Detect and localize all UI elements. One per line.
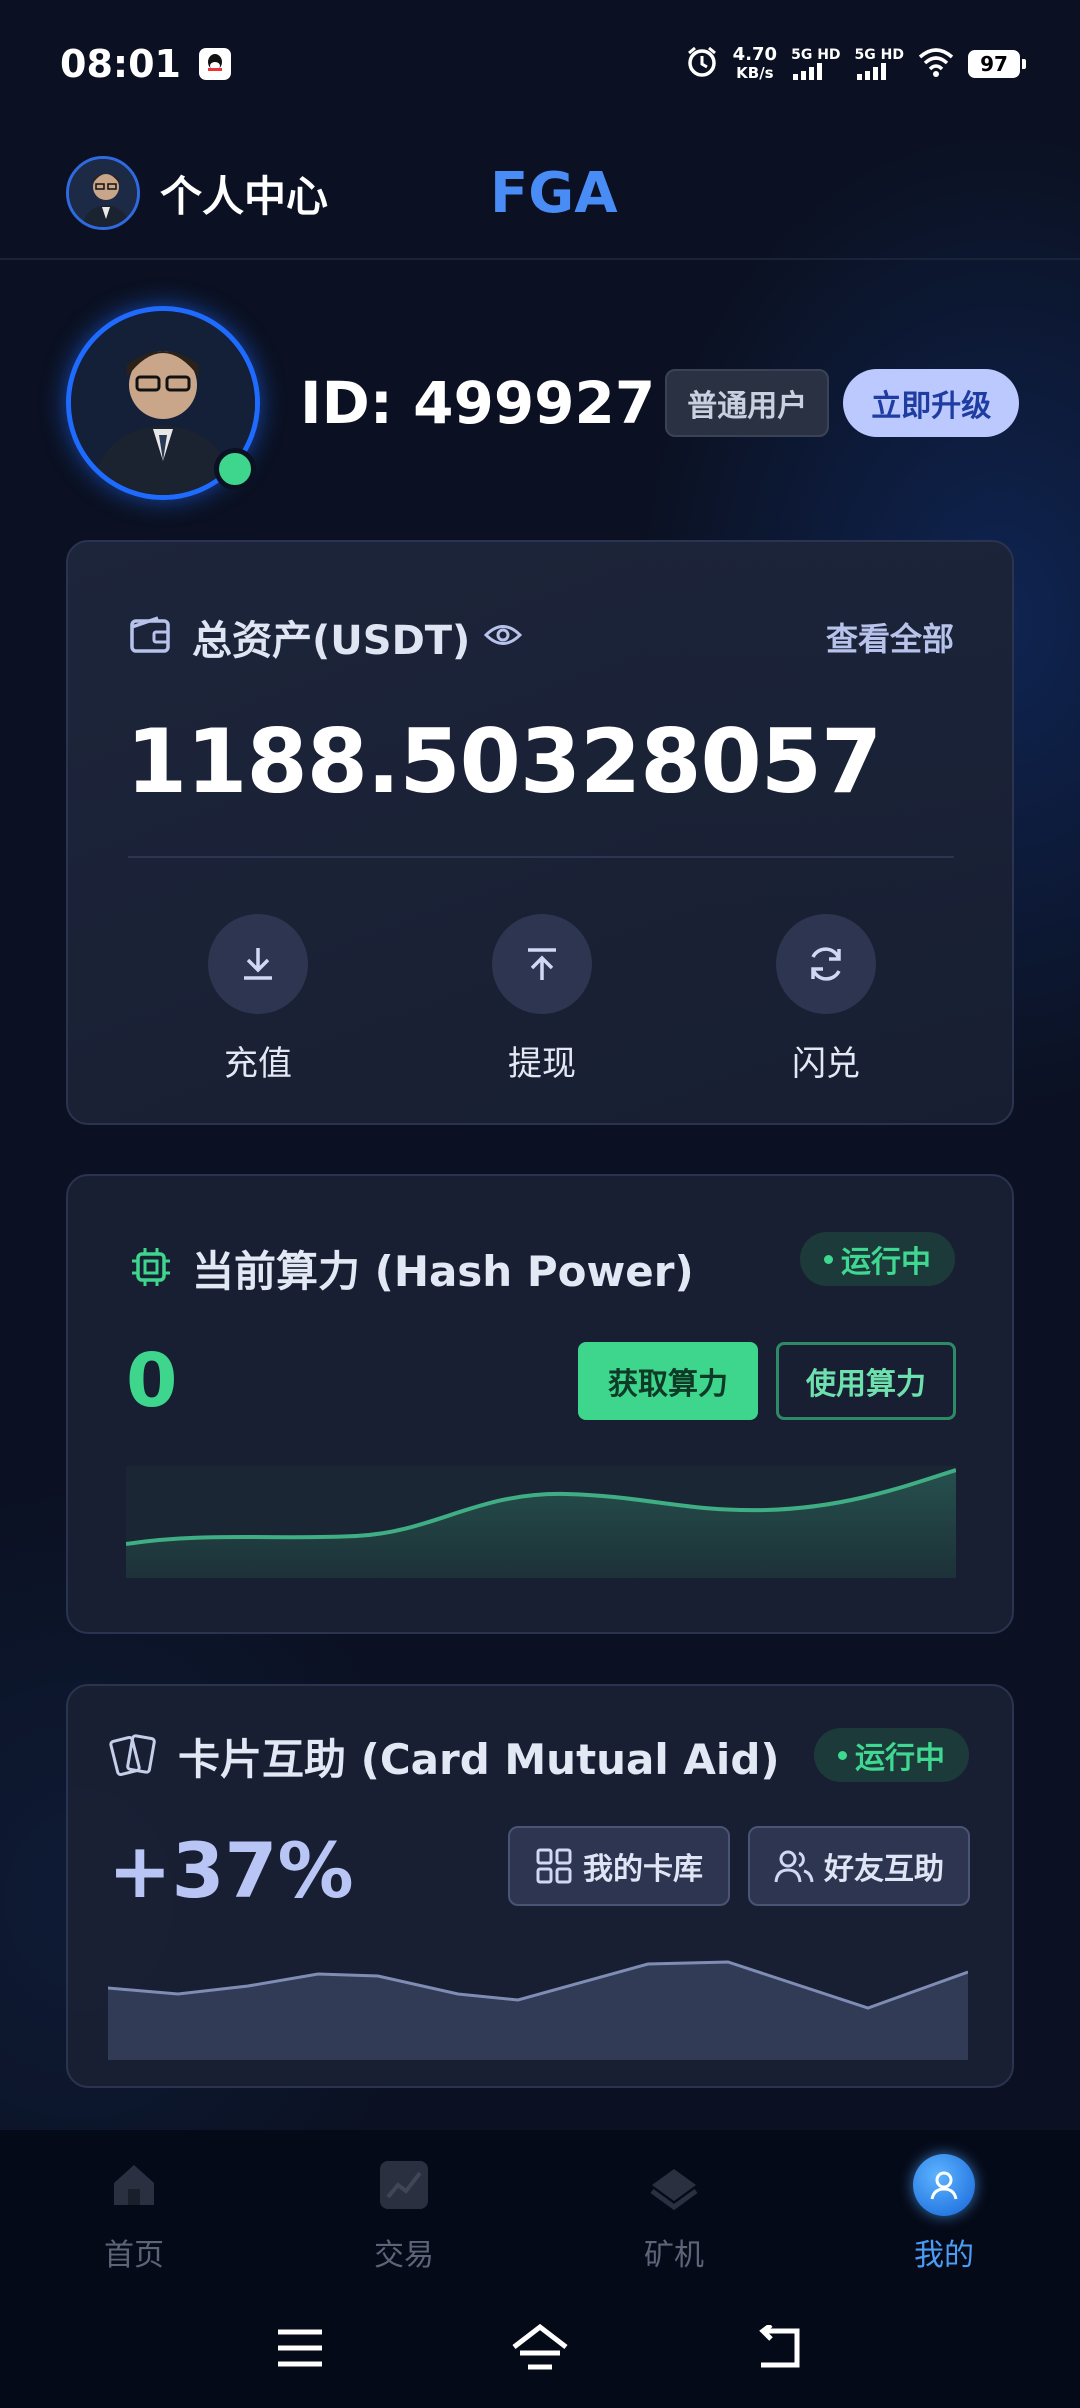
view-all-link[interactable]: 查看全部 bbox=[826, 614, 954, 660]
hash-status-text: 运行中 bbox=[841, 1245, 931, 1280]
qq-notification-icon bbox=[198, 48, 231, 80]
home-button-icon[interactable] bbox=[510, 2318, 570, 2378]
page-header: 个人中心 FGA bbox=[0, 128, 1080, 260]
eye-icon[interactable] bbox=[484, 622, 523, 652]
download-icon bbox=[208, 914, 308, 1014]
bottom-navigation: 首页 交易 矿机 我的 bbox=[0, 2130, 1080, 2286]
withdraw-label: 提现 bbox=[508, 1044, 576, 1084]
total-assets-value: 1188.50328057 bbox=[126, 710, 882, 813]
status-bar: 08:01 4.70 KB/s 5G HD 5G HD 97 bbox=[0, 0, 1080, 128]
deposit-button[interactable]: 充值 bbox=[158, 914, 358, 1085]
upgrade-button[interactable]: 立即升级 bbox=[843, 369, 1020, 437]
profile-section: ID: 499927 普通用户 立即升级 bbox=[66, 306, 1020, 500]
cards-icon bbox=[108, 1729, 160, 1785]
nav-trade-label: 交易 bbox=[374, 2238, 434, 2273]
user-id: ID: 499927 bbox=[300, 369, 656, 437]
nav-profile[interactable]: 我的 bbox=[854, 2154, 1034, 2274]
hash-power-title: 当前算力 (Hash Power) bbox=[192, 1247, 694, 1296]
get-hash-power-button[interactable]: 获取算力 bbox=[578, 1342, 758, 1420]
friend-aid-button[interactable]: 好友互助 bbox=[748, 1826, 970, 1906]
profile-icon bbox=[913, 2154, 975, 2216]
back-icon[interactable] bbox=[750, 2318, 810, 2378]
signal-bars-icon bbox=[856, 63, 886, 80]
hash-power-sparkline bbox=[126, 1466, 956, 1578]
hash-power-card: 当前算力 (Hash Power) 运行中 0 获取算力 使用算力 bbox=[66, 1174, 1014, 1634]
menu-icon[interactable] bbox=[270, 2318, 330, 2378]
home-icon bbox=[103, 2154, 165, 2216]
divider bbox=[128, 856, 954, 858]
signal-bars-icon bbox=[793, 63, 823, 80]
status-time: 08:01 bbox=[60, 42, 181, 86]
my-card-library-label: 我的卡库 bbox=[583, 1852, 703, 1887]
nav-miner-label: 矿机 bbox=[644, 2238, 704, 2273]
card-aid-sparkline bbox=[108, 1960, 968, 2060]
asset-actions: 充值 提现 闪兑 bbox=[68, 914, 1012, 1084]
network-speed: 4.70 KB/s bbox=[732, 44, 778, 83]
trade-chart-icon bbox=[373, 2154, 435, 2216]
nav-profile-label: 我的 bbox=[914, 2238, 974, 2273]
swap-icon bbox=[776, 914, 876, 1014]
swap-button[interactable]: 闪兑 bbox=[726, 914, 926, 1085]
status-dot bbox=[824, 1254, 833, 1264]
nav-trade[interactable]: 交易 bbox=[314, 2154, 494, 2274]
deposit-label: 充值 bbox=[224, 1044, 292, 1084]
hash-status-badge: 运行中 bbox=[800, 1232, 955, 1286]
card-aid-header: 卡片互助 (Card Mutual Aid) bbox=[108, 1726, 780, 1787]
app-name: FGA bbox=[490, 160, 618, 226]
friend-aid-label: 好友互助 bbox=[824, 1852, 944, 1887]
nav-miner[interactable]: 矿机 bbox=[584, 2154, 764, 2274]
sim2-signal: 5G HD bbox=[855, 48, 904, 80]
nav-home-label: 首页 bbox=[104, 2238, 164, 2273]
card-aid-title: 卡片互助 (Card Mutual Aid) bbox=[178, 1735, 780, 1784]
use-hash-power-button[interactable]: 使用算力 bbox=[776, 1342, 956, 1420]
users-icon bbox=[774, 1850, 814, 1883]
chip-icon bbox=[128, 1244, 174, 1294]
system-navigation-bar bbox=[0, 2286, 1080, 2408]
swap-label: 闪兑 bbox=[792, 1044, 860, 1084]
nav-home[interactable]: 首页 bbox=[44, 2154, 224, 2274]
alarm-icon bbox=[685, 45, 719, 83]
header-avatar[interactable] bbox=[66, 156, 140, 230]
hash-power-header: 当前算力 (Hash Power) bbox=[128, 1238, 694, 1299]
card-mutual-aid-card: 卡片互助 (Card Mutual Aid) 运行中 +37% 我的卡库 好友互… bbox=[66, 1684, 1014, 2088]
total-assets-card: 总资产(USDT) 查看全部 1188.50328057 充值 提现 闪兑 bbox=[66, 540, 1014, 1125]
miner-icon bbox=[643, 2154, 705, 2216]
status-dot bbox=[838, 1750, 847, 1760]
net-speed-unit: KB/s bbox=[736, 64, 774, 82]
asset-header: 总资产(USDT) bbox=[128, 608, 523, 666]
total-assets-label: 总资产(USDT) bbox=[192, 618, 471, 664]
battery-indicator: 97 bbox=[968, 50, 1026, 78]
sim1-signal: 5G HD bbox=[791, 47, 841, 80]
grid-icon bbox=[536, 1848, 572, 1884]
wifi-icon bbox=[918, 47, 954, 81]
my-card-library-button[interactable]: 我的卡库 bbox=[508, 1826, 730, 1906]
page-title: 个人中心 bbox=[160, 171, 329, 221]
wallet-icon bbox=[128, 613, 172, 661]
card-aid-value: +37% bbox=[108, 1826, 354, 1915]
sim1-label: 5G HD bbox=[791, 47, 841, 63]
withdraw-button[interactable]: 提现 bbox=[442, 914, 642, 1085]
sim2-label: 5G HD bbox=[854, 47, 904, 63]
hash-power-value: 0 bbox=[126, 1338, 178, 1424]
card-aid-status-text: 运行中 bbox=[855, 1741, 945, 1776]
online-status-indicator bbox=[214, 448, 256, 490]
user-tier-badge: 普通用户 bbox=[665, 369, 830, 437]
net-speed-value: 4.70 bbox=[732, 44, 778, 65]
upload-icon bbox=[492, 914, 592, 1014]
card-aid-status-badge: 运行中 bbox=[814, 1728, 969, 1782]
